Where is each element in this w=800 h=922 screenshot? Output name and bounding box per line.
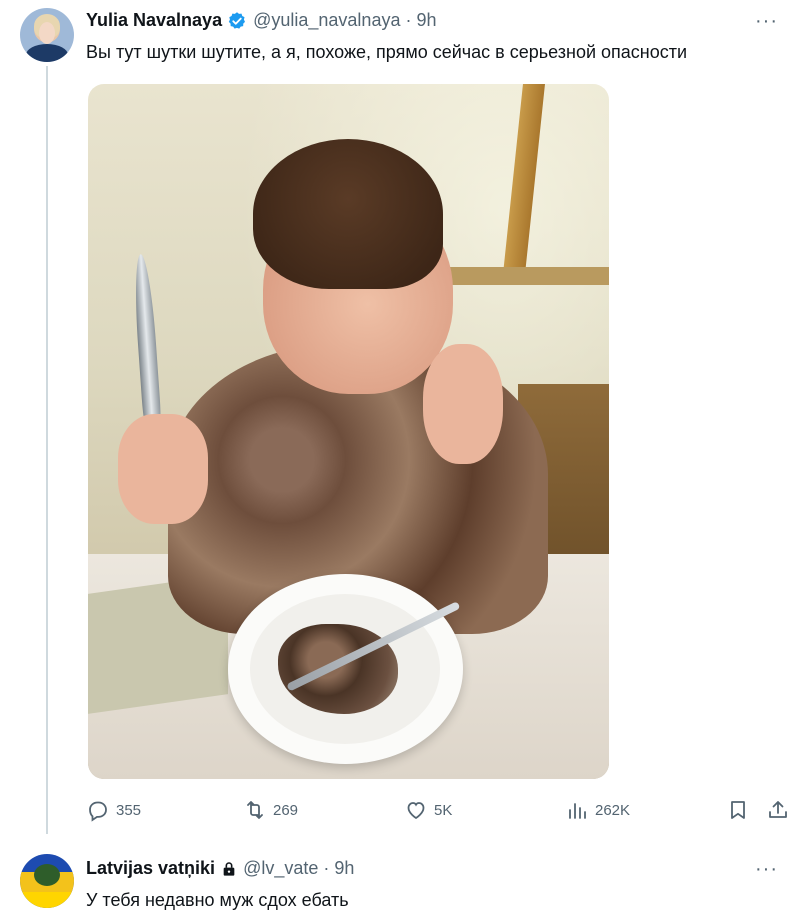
views-count: 262K [595, 801, 631, 819]
retweet-count: 269 [273, 801, 299, 819]
tweet-header: Yulia Navalnaya @yulia_navalnaya · 9h [86, 10, 437, 31]
bookmark-icon [731, 801, 745, 819]
retweet-icon [247, 801, 263, 819]
like-count: 5K [434, 801, 453, 819]
heart-icon [407, 802, 425, 820]
reply-button[interactable]: 355 [86, 798, 141, 822]
views-button[interactable]: 262K [565, 798, 630, 822]
tweet-time[interactable]: 9h [416, 10, 436, 31]
tweet-header: Latvijas vatņiki @lv_vate · 9h [86, 858, 354, 879]
author-handle[interactable]: @yulia_navalnaya [253, 10, 400, 31]
thread-line [46, 66, 48, 834]
separator-dot: · [405, 10, 412, 30]
lock-icon [223, 861, 235, 876]
author-name[interactable]: Latvijas vatņiki [86, 858, 215, 879]
tweet-text: Вы тут шутки шутите, а я, похоже, прямо … [86, 42, 688, 62]
like-button[interactable]: 5K [404, 798, 452, 822]
share-button[interactable] [766, 798, 790, 822]
tweet-actions: 355 269 5K 262K [86, 798, 794, 824]
tweet-photo[interactable] [88, 84, 609, 779]
share-icon [769, 801, 787, 818]
reply-icon [89, 801, 107, 822]
reply-tweet[interactable]: Latvijas vatņiki @lv_vate · 9h ··· У теб… [0, 840, 800, 922]
author-handle[interactable]: @lv_vate [243, 858, 318, 879]
tweet[interactable]: Yulia Navalnaya @yulia_navalnaya · 9h ··… [0, 0, 800, 840]
separator-dot: · [323, 858, 330, 878]
reply-count: 355 [116, 801, 142, 819]
author-name[interactable]: Yulia Navalnaya [86, 10, 222, 31]
bookmark-button[interactable] [726, 798, 750, 822]
more-options-icon[interactable]: ··· [755, 10, 778, 33]
verified-badge-icon [228, 11, 246, 29]
views-chart-icon [569, 803, 586, 819]
retweet-button[interactable]: 269 [243, 798, 298, 822]
avatar[interactable] [20, 854, 74, 908]
tweet-text: У тебя недавно муж сдох ебать [86, 890, 349, 910]
more-options-icon[interactable]: ··· [755, 858, 778, 881]
avatar[interactable] [20, 8, 74, 62]
tweet-time[interactable]: 9h [334, 858, 354, 879]
